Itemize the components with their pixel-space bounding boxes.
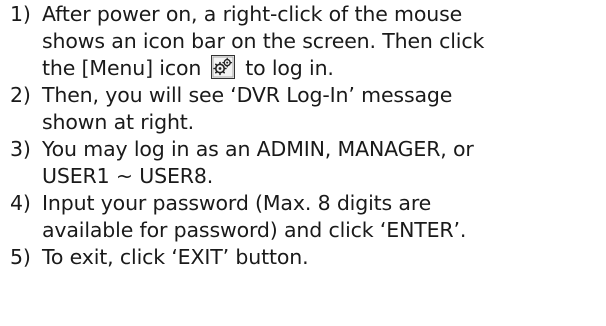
step-3-text-1: You may log in as an ADMIN, MANAGER, or (42, 137, 474, 161)
step-5: 5) To exit, click ‘EXIT’ button. (10, 244, 309, 271)
step-2-line-1: 2) Then, you will see ‘DVR Log-In’ messag… (10, 82, 452, 109)
step-4-line-2: available for password) and click ‘ENTER… (42, 218, 467, 242)
step-4-line-1: 4) Input your password (Max. 8 digits are (10, 190, 466, 217)
step-1-number: 1) (10, 2, 31, 26)
step-3-number: 3) (10, 137, 31, 161)
step-2-text-1: Then, you will see ‘DVR Log-In’ message (42, 83, 453, 107)
step-5-line-1: 5) To exit, click ‘EXIT’ button. (10, 244, 309, 271)
step-3-line-1: 3) You may log in as an ADMIN, MANAGER, o… (10, 136, 474, 163)
step-1-text-3: the [Menu] icon (42, 56, 202, 80)
step-1-text-4: to log in. (245, 56, 334, 80)
step-5-number: 5) (10, 245, 31, 269)
step-1-line-1: 1) After power on, a right-click of the m… (10, 1, 484, 28)
step-4-number: 4) (10, 191, 31, 215)
step-3-line-2: USER1 ~ USER8. (42, 164, 214, 188)
step-4: 4) Input your password (Max. 8 digits are… (10, 190, 466, 244)
instruction-list: 1) After power on, a right-click of the m… (0, 0, 606, 326)
step-2-number: 2) (10, 83, 31, 107)
step-2: 2) Then, you will see ‘DVR Log-In’ messag… (10, 82, 452, 136)
step-5-text-1: To exit, click ‘EXIT’ button. (42, 245, 309, 269)
step-1-text-1: After power on, a right-click of the mou… (42, 2, 463, 26)
step-1: 1) After power on, a right-click of the m… (10, 1, 484, 82)
step-2-line-2: shown at right. (42, 110, 195, 134)
step-1-line-3: the [Menu] icon to log in. (10, 55, 484, 82)
menu-gear-icon (211, 55, 236, 79)
step-1-line-2: shows an icon bar on the screen. Then cl… (42, 29, 485, 53)
step-3: 3) You may log in as an ADMIN, MANAGER, o… (10, 136, 474, 190)
step-4-text-1: Input your password (Max. 8 digits are (42, 191, 432, 215)
